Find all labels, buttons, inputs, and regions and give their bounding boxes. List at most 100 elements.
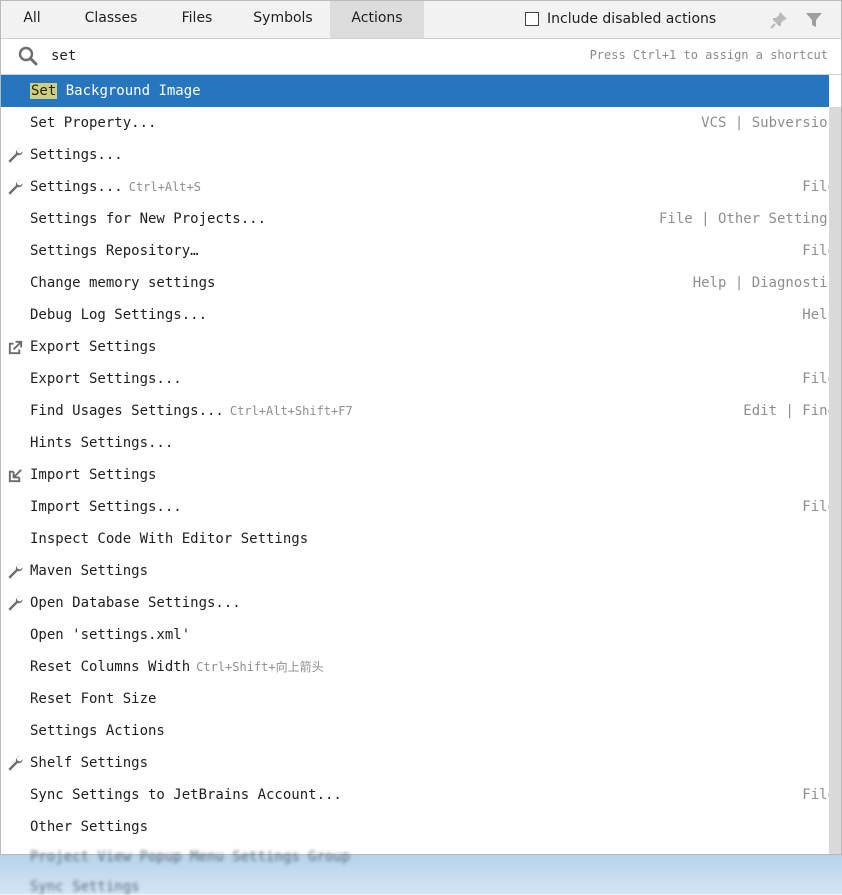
result-row[interactable]: Other Settings: [1, 811, 829, 843]
result-text: Background Image: [57, 83, 201, 99]
tab-files[interactable]: Files: [165, 1, 229, 38]
result-text: Import Settings...: [30, 499, 182, 515]
result-text: Export Settings: [30, 339, 157, 355]
result-label: Debug Log Settings...: [30, 299, 207, 331]
result-row[interactable]: Inspect Code With Editor Settings: [1, 523, 829, 555]
tab-all[interactable]: All: [9, 1, 55, 38]
search-everywhere-popup: All Classes Files Symbols Actions Includ…: [0, 0, 842, 855]
result-text: Settings...: [30, 147, 123, 163]
result-shortcut: Ctrl+Shift+向上箭头: [196, 660, 324, 674]
include-disabled-label: Include disabled actions: [547, 11, 717, 27]
result-location: Help | Diagnostic: [692, 275, 829, 291]
tab-classes[interactable]: Classes: [71, 1, 151, 38]
result-row[interactable]: Open 'settings.xml': [1, 619, 829, 651]
result-text: Other Settings: [30, 819, 149, 835]
result-row[interactable]: Shelf Settings: [1, 747, 829, 779]
result-text: Hints Settings...: [30, 435, 174, 451]
result-label: Settings Actions: [30, 715, 165, 747]
wrench-icon: [8, 180, 23, 195]
result-label: Shelf Settings: [30, 747, 148, 779]
result-label: Hints Settings...: [30, 427, 173, 459]
background-text-line: Sync Settings: [30, 879, 140, 895]
tab-symbols[interactable]: Symbols: [243, 1, 323, 38]
search-bar: Press Ctrl+1 to assign a shortcut: [1, 39, 841, 75]
result-location: VCS | Subversion: [701, 115, 829, 131]
result-row[interactable]: Set Property... VCS | Subversion: [1, 107, 829, 139]
result-row[interactable]: Reset Columns Width Ctrl+Shift+向上箭头: [1, 651, 829, 683]
result-label: Reset Font Size: [30, 683, 156, 715]
result-row[interactable]: Debug Log Settings... Help: [1, 299, 829, 331]
result-label: Export Settings: [30, 331, 156, 363]
result-text: Reset Columns Width: [30, 659, 191, 675]
result-label: Reset Columns Width Ctrl+Shift+向上箭头: [30, 651, 324, 683]
tab-actions[interactable]: Actions: [330, 1, 424, 38]
result-shortcut: Ctrl+Alt+S: [128, 180, 201, 194]
result-text: Change memory settings: [30, 275, 216, 291]
include-disabled-checkbox[interactable]: [525, 12, 539, 26]
result-row[interactable]: Settings for New Projects... File | Other…: [1, 203, 829, 235]
result-row[interactable]: Settings... Ctrl+Alt+S File: [1, 171, 829, 203]
result-location: File: [802, 243, 829, 259]
result-text: Export Settings...: [30, 371, 182, 387]
search-icon: [18, 46, 38, 66]
result-text: Settings Repository…: [30, 243, 199, 259]
result-row[interactable]: Export Settings... File: [1, 363, 829, 395]
background-editor: Project View Popup Menu Settings Group S…: [0, 849, 842, 895]
result-label: Open 'settings.xml': [30, 619, 190, 651]
result-row[interactable]: Settings Repository… File: [1, 235, 829, 267]
shortcut-hint: Press Ctrl+1 to assign a shortcut: [589, 48, 828, 62]
result-text: Settings for New Projects...: [30, 211, 267, 227]
result-text: Settings...: [30, 179, 123, 195]
wrench-icon: [8, 756, 23, 771]
result-row[interactable]: Settings Actions: [1, 715, 829, 747]
result-text: Sync Settings to JetBrains Account...: [30, 787, 342, 803]
result-label: Set Property...: [30, 107, 156, 139]
result-label: Open Database Settings...: [30, 587, 241, 619]
result-row[interactable]: Import Settings... File: [1, 491, 829, 523]
results-list: Set Background Image Set Property... VCS |…: [1, 75, 829, 854]
result-row[interactable]: Sync Settings to JetBrains Account... Fil…: [1, 779, 829, 811]
filter-icon[interactable]: [804, 10, 824, 30]
result-location: File: [802, 371, 829, 387]
result-label: Settings for New Projects...: [30, 203, 266, 235]
result-label: Other Settings: [30, 811, 148, 843]
result-row[interactable]: Set Background Image: [1, 75, 829, 107]
result-label: Set Background Image: [30, 75, 201, 107]
result-row[interactable]: Reset Font Size: [1, 683, 829, 715]
result-label: Settings Repository…: [30, 235, 199, 267]
result-row[interactable]: Hints Settings...: [1, 427, 829, 459]
result-label: Import Settings...: [30, 491, 182, 523]
import-icon: [8, 469, 22, 483]
result-row[interactable]: Change memory settings Help | Diagnostic: [1, 267, 829, 299]
result-location: File: [802, 787, 829, 803]
result-row[interactable]: Open Database Settings...: [1, 587, 829, 619]
result-location: File: [802, 179, 829, 195]
result-label: Settings...: [30, 139, 123, 171]
match-highlight: Set: [30, 83, 58, 99]
result-row[interactable]: Find Usages Settings... Ctrl+Alt+Shift+F7…: [1, 395, 829, 427]
result-row[interactable]: Maven Settings: [1, 555, 829, 587]
wrench-icon: [8, 148, 23, 163]
result-text: Inspect Code With Editor Settings: [30, 531, 309, 547]
result-text: Maven Settings: [30, 563, 149, 579]
result-text: Reset Font Size: [30, 691, 157, 707]
result-row[interactable]: Export Settings: [1, 331, 829, 363]
scrollbar[interactable]: [829, 107, 841, 854]
pin-icon[interactable]: [769, 10, 789, 30]
result-row[interactable]: Settings...: [1, 139, 829, 171]
result-text: Settings Actions: [30, 723, 165, 739]
result-row[interactable]: Import Settings: [1, 459, 829, 491]
result-text: Debug Log Settings...: [30, 307, 208, 323]
search-input[interactable]: [51, 46, 551, 66]
tab-bar: All Classes Files Symbols Actions Includ…: [1, 1, 841, 39]
wrench-icon: [8, 596, 23, 611]
result-label: Inspect Code With Editor Settings: [30, 523, 308, 555]
result-label: Export Settings...: [30, 363, 182, 395]
result-text: Open 'settings.xml': [30, 627, 191, 643]
result-location: Help: [802, 307, 829, 323]
result-label: Import Settings: [30, 459, 156, 491]
result-shortcut: Ctrl+Alt+Shift+F7: [229, 404, 353, 418]
result-location: Edit | Find: [743, 403, 829, 419]
include-disabled-option[interactable]: Include disabled actions: [525, 10, 716, 28]
result-text: Open Database Settings...: [30, 595, 241, 611]
